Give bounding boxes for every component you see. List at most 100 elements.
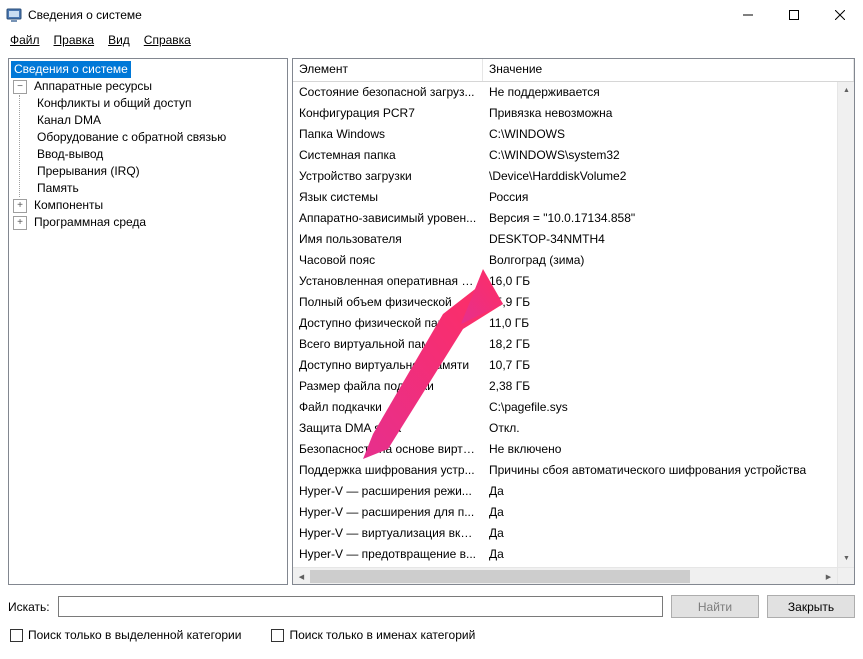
cell-element: Доступно физической памяти — [293, 313, 483, 334]
cell-value: Причины сбоя автоматического шифрования … — [483, 460, 837, 481]
scroll-thumb[interactable] — [310, 570, 690, 583]
cell-element: Поддержка шифрования устр... — [293, 460, 483, 481]
cell-value: Да — [483, 544, 837, 565]
list-row[interactable]: Имя пользователяDESKTOP-34NMTH4 — [293, 229, 837, 250]
list-body: Состояние безопасной загруз...Не поддерж… — [293, 82, 854, 584]
list-row[interactable]: Размер файла подкачки2,38 ГБ — [293, 376, 837, 397]
cell-value: C:\WINDOWS — [483, 124, 837, 145]
scroll-right-icon[interactable]: ▶ — [820, 568, 837, 584]
cell-value: Привязка невозможна — [483, 103, 837, 124]
tree-forcedhw[interactable]: Оборудование с обратной связью — [20, 129, 287, 146]
cell-element: Язык системы — [293, 187, 483, 208]
menu-help[interactable]: Справка — [138, 31, 197, 49]
search-input[interactable] — [58, 596, 663, 617]
list-row[interactable]: Аппаратно-зависимый уровен...Версия = "1… — [293, 208, 837, 229]
cell-value: C:\pagefile.sys — [483, 397, 837, 418]
list-row[interactable]: Hyper-V — расширения для п...Да — [293, 502, 837, 523]
cell-element: Устройство загрузки — [293, 166, 483, 187]
list-row[interactable]: Hyper-V — виртуализация вкл...Да — [293, 523, 837, 544]
search-panel: Искать: Найти Закрыть Поиск только в выд… — [0, 585, 863, 650]
menu-edit[interactable]: Правка — [48, 31, 101, 49]
list-row[interactable]: Поддержка шифрования устр...Причины сбоя… — [293, 460, 837, 481]
chk-selected-category[interactable]: Поиск только в выделенной категории — [10, 628, 241, 642]
tree-components[interactable]: + Компоненты — [9, 197, 287, 214]
tree-memory[interactable]: Память — [20, 180, 287, 197]
list-row[interactable]: Всего виртуальной памяти18,2 ГБ — [293, 334, 837, 355]
list-row[interactable]: Системная папкаC:\WINDOWS\system32 — [293, 145, 837, 166]
cell-element: Hyper-V — расширения режи... — [293, 481, 483, 502]
list-row[interactable]: Часовой поясВолгоград (зима) — [293, 250, 837, 271]
list-row[interactable]: Устройство загрузки\Device\HarddiskVolum… — [293, 166, 837, 187]
checkbox-icon — [10, 629, 23, 642]
list-row[interactable]: Hyper-V — расширения режи...Да — [293, 481, 837, 502]
expand-icon[interactable]: + — [13, 199, 27, 213]
list-row[interactable]: Безопасность на основе вирту...Не включе… — [293, 439, 837, 460]
cell-element: Hyper-V — расширения для п... — [293, 502, 483, 523]
scroll-left-icon[interactable]: ◀ — [293, 569, 310, 585]
cell-value: Да — [483, 523, 837, 544]
list-row[interactable]: Доступно физической памяти11,0 ГБ — [293, 313, 837, 334]
tree-io[interactable]: Ввод-вывод — [20, 146, 287, 163]
list-row[interactable]: Папка WindowsC:\WINDOWS — [293, 124, 837, 145]
titlebar: Сведения о системе — [0, 0, 863, 30]
cell-value: Версия = "10.0.17134.858" — [483, 208, 837, 229]
cell-element: Аппаратно-зависимый уровен... — [293, 208, 483, 229]
col-element[interactable]: Элемент — [293, 59, 483, 81]
col-value[interactable]: Значение — [483, 59, 854, 81]
cell-value: Откл. — [483, 418, 837, 439]
cell-value: Да — [483, 481, 837, 502]
list-row[interactable]: Доступно виртуальной памяти10,7 ГБ — [293, 355, 837, 376]
tree-hardware[interactable]: − Аппаратные ресурсы — [9, 78, 287, 95]
collapse-icon[interactable]: − — [13, 80, 27, 94]
expand-icon[interactable]: + — [13, 216, 27, 230]
tree-hw-label: Аппаратные ресурсы — [31, 78, 155, 95]
search-row: Искать: Найти Закрыть — [8, 595, 855, 618]
scroll-down-icon[interactable]: ▼ — [838, 550, 854, 567]
tree-irq[interactable]: Прерывания (IRQ) — [20, 163, 287, 180]
cell-value: 16,0 ГБ — [483, 271, 837, 292]
list-row[interactable]: Состояние безопасной загруз...Не поддерж… — [293, 82, 837, 103]
cell-value: Волгоград (зима) — [483, 250, 837, 271]
list-row[interactable]: Файл подкачкиC:\pagefile.sys — [293, 397, 837, 418]
menu-view[interactable]: Вид — [102, 31, 136, 49]
find-button[interactable]: Найти — [671, 595, 759, 618]
tree-swenv[interactable]: + Программная среда — [9, 214, 287, 231]
cell-value: 18,2 ГБ — [483, 334, 837, 355]
list-row[interactable]: Защита DMA ядраОткл. — [293, 418, 837, 439]
list-row[interactable]: Hyper-V — предотвращение в...Да — [293, 544, 837, 565]
cell-element: Hyper-V — виртуализация вкл... — [293, 523, 483, 544]
tree-root[interactable]: Сведения о системе — [9, 61, 287, 78]
list-rows[interactable]: Состояние безопасной загруз...Не поддерж… — [293, 82, 837, 567]
horizontal-scrollbar[interactable]: ◀ ▶ — [293, 567, 837, 584]
menu-file[interactable]: Файл — [4, 31, 46, 49]
list-row[interactable]: Полный объем физической ... 15,9 ГБ — [293, 292, 837, 313]
list-row[interactable]: Язык системыРоссия — [293, 187, 837, 208]
scroll-up-icon[interactable]: ▲ — [838, 82, 854, 99]
list-row[interactable]: Установленная оперативная п...16,0 ГБ — [293, 271, 837, 292]
scroll-corner — [837, 567, 854, 584]
category-tree[interactable]: Сведения о системе − Аппаратные ресурсы … — [8, 58, 288, 585]
tree-conflicts[interactable]: Конфликты и общий доступ — [20, 95, 287, 112]
minimize-button[interactable] — [725, 0, 771, 29]
app-icon — [6, 7, 22, 23]
cell-element: Полный объем физической ... — [293, 292, 483, 313]
chk-category-names[interactable]: Поиск только в именах категорий — [271, 628, 475, 642]
cell-element: Доступно виртуальной памяти — [293, 355, 483, 376]
cell-value: 11,0 ГБ — [483, 313, 837, 334]
vertical-scrollbar[interactable]: ▲ ▼ — [837, 82, 854, 567]
cell-value: Не поддерживается — [483, 82, 837, 103]
close-button[interactable] — [817, 0, 863, 29]
cell-value: Да — [483, 502, 837, 523]
cell-value: Не включено — [483, 439, 837, 460]
cell-element: Состояние безопасной загруз... — [293, 82, 483, 103]
cell-element: Безопасность на основе вирту... — [293, 439, 483, 460]
cell-value: \Device\HarddiskVolume2 — [483, 166, 837, 187]
maximize-button[interactable] — [771, 0, 817, 29]
cell-value: C:\WINDOWS\system32 — [483, 145, 837, 166]
tree-dma[interactable]: Канал DMA — [20, 112, 287, 129]
close-search-button[interactable]: Закрыть — [767, 595, 855, 618]
list-row[interactable]: Конфигурация PCR7Привязка невозможна — [293, 103, 837, 124]
cell-value: DESKTOP-34NMTH4 — [483, 229, 837, 250]
cell-value: Россия — [483, 187, 837, 208]
cell-element: Файл подкачки — [293, 397, 483, 418]
